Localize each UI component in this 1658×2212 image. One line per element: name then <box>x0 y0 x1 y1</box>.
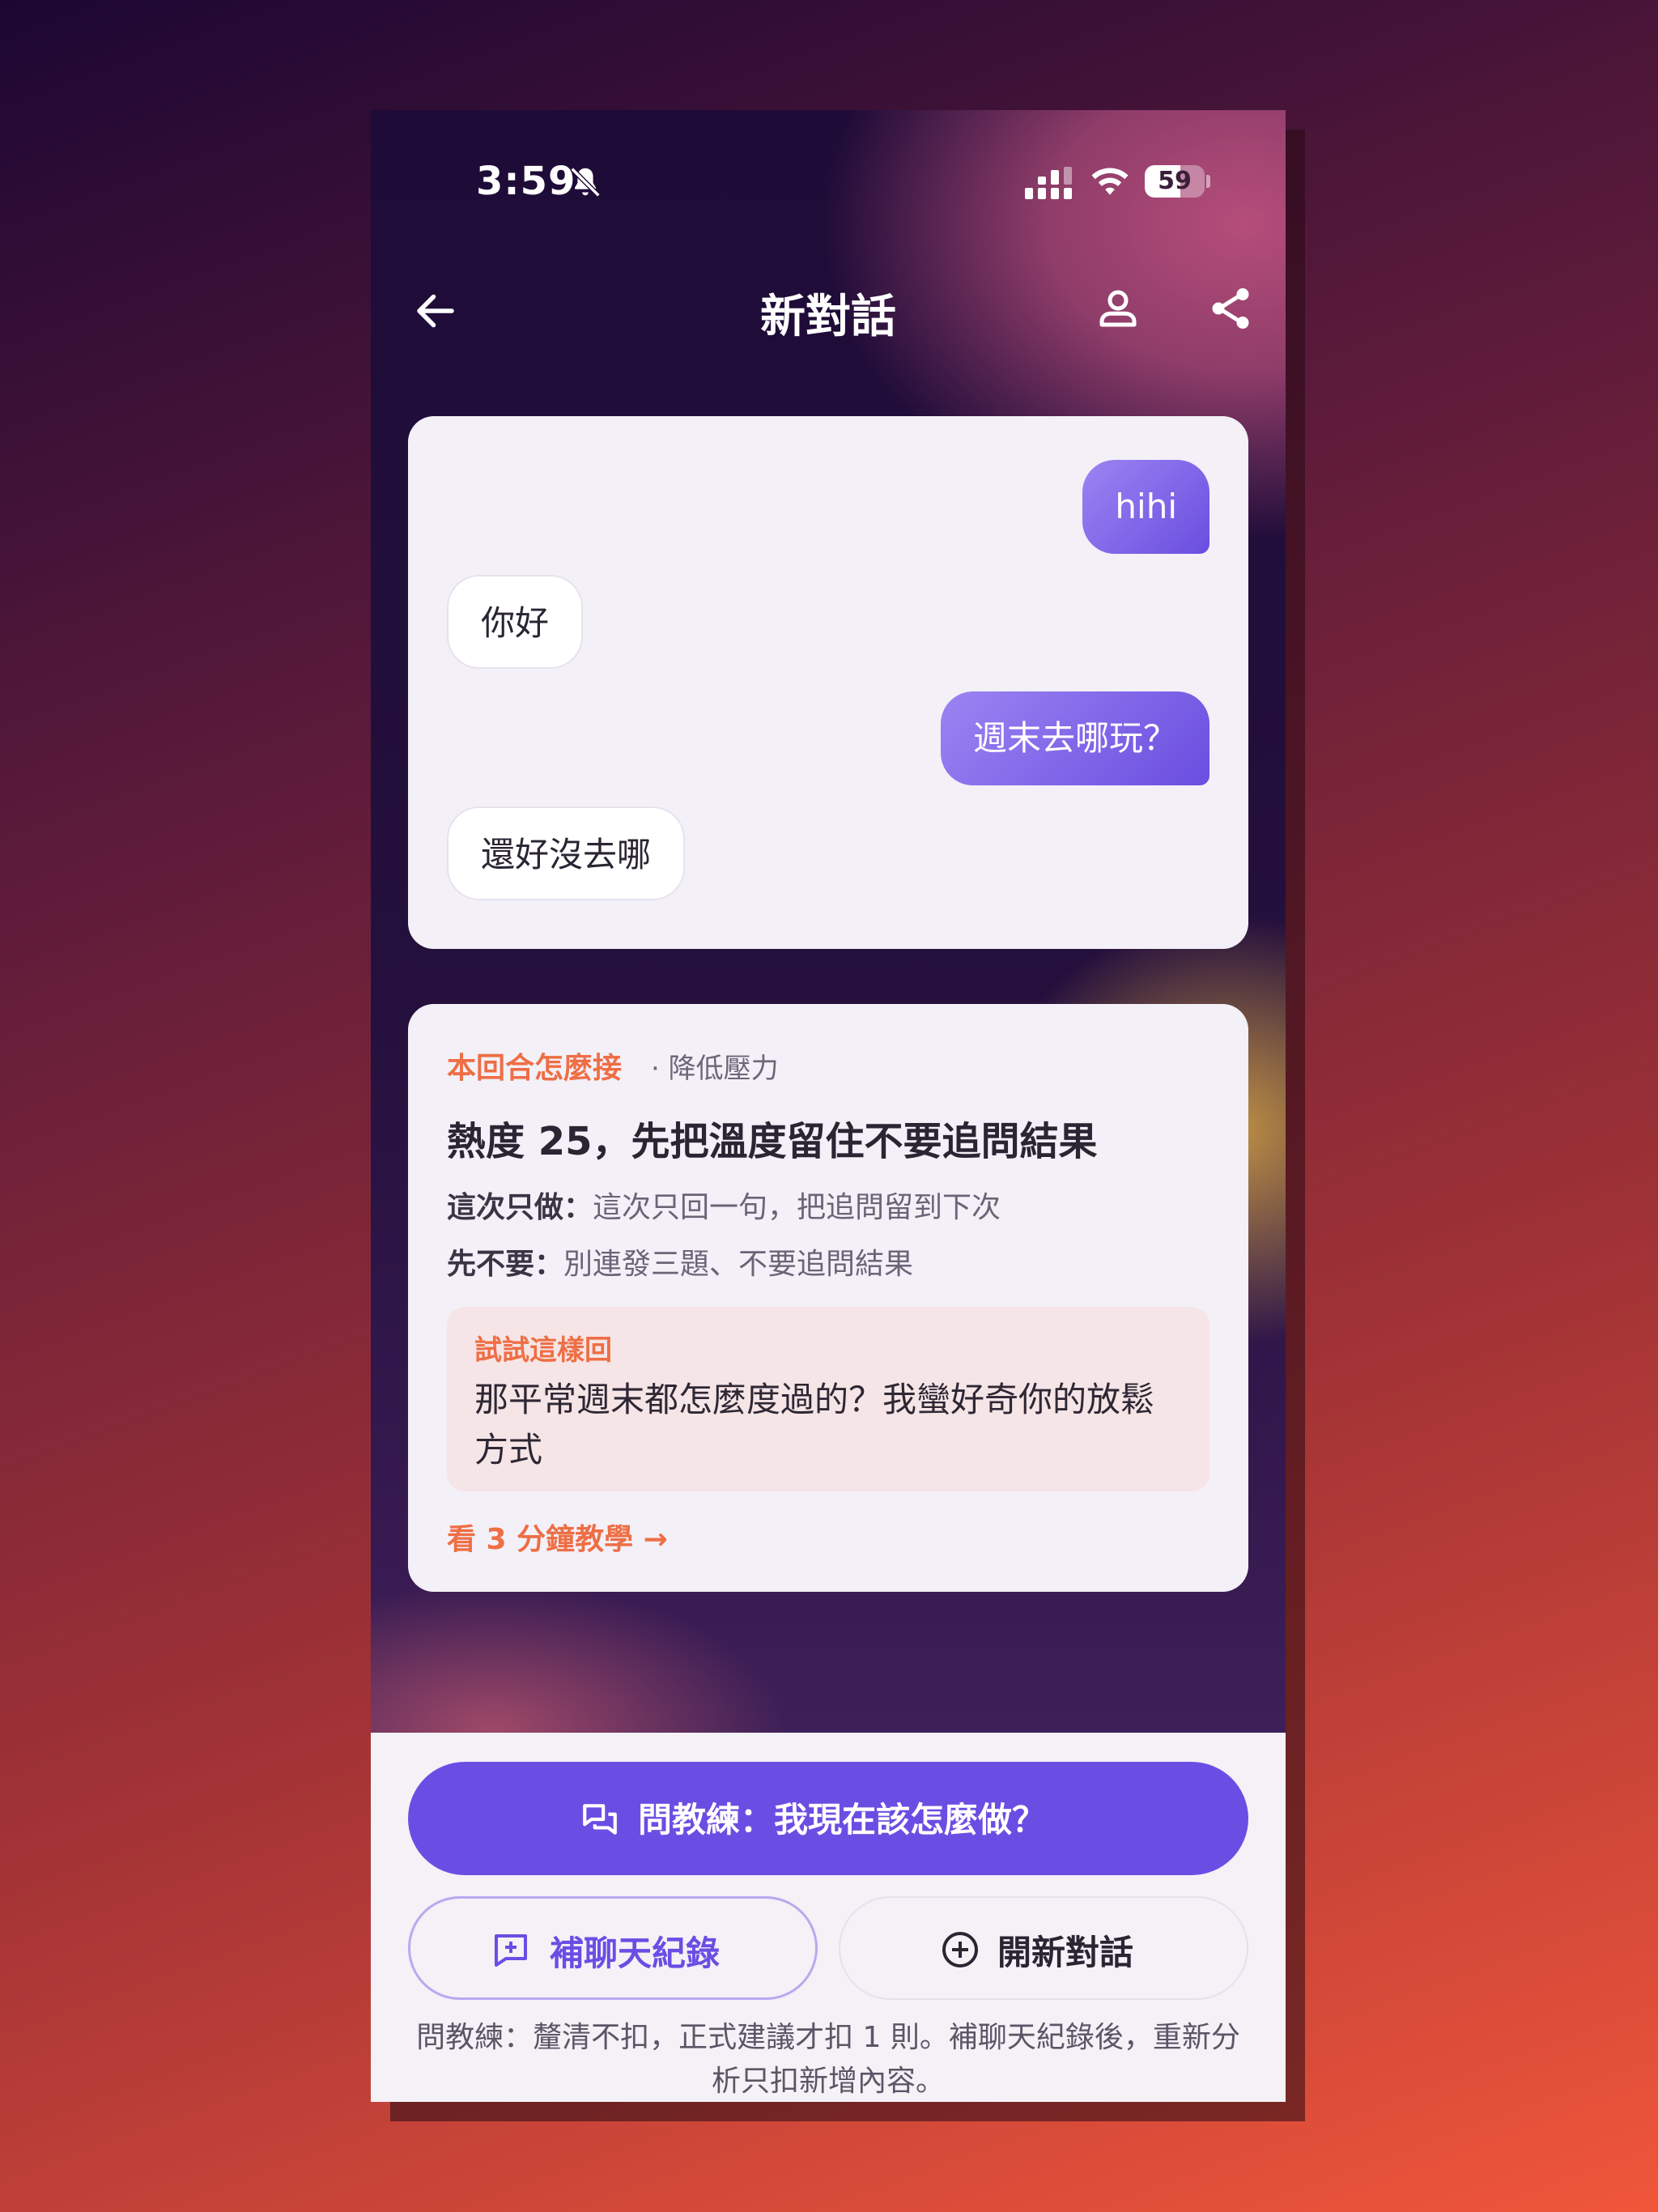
cellular-signal-icon <box>1025 167 1072 199</box>
message-bubble-sent: 週末去哪玩？ <box>940 691 1209 785</box>
chat-transcript-card: hihi 你好 週末去哪玩？ 還好沒去哪 <box>408 416 1248 949</box>
chat-bubbles-icon <box>583 1804 617 1835</box>
advice-dont-text: 別連發三題、不要追問結果 <box>563 1248 914 1281</box>
advice-headline: 熱度 25，先把溫度留住不要追問結果 <box>447 1119 1098 1164</box>
status-time: 3:59 <box>476 159 576 204</box>
advice-dont-row: 先不要：別連發三題、不要追問結果 <box>447 1240 913 1283</box>
usage-note: 問教練：釐清不扣，正式建議才扣 1 則。補聊天紀錄後，重新分析只扣新增內容。 <box>416 2021 1240 2098</box>
battery-level: 59 <box>1158 167 1192 195</box>
advice-card: 本回合怎麼接 · 降低壓力 熱度 25，先把溫度留住不要追問結果 這次只做：這次… <box>408 1004 1248 1592</box>
share-icon[interactable] <box>1206 284 1255 333</box>
advice-do-text: 這次只回一句，把追問留到下次 <box>593 1191 1001 1224</box>
ask-coach-label: 問教練：我現在該怎麼做？ <box>638 1800 1047 1840</box>
message-bubble-received: 你好 <box>447 575 584 669</box>
add-message-icon <box>495 1934 527 1967</box>
wifi-icon <box>1091 168 1129 195</box>
add-chat-log-button[interactable]: 補聊天紀錄 <box>408 1896 818 2000</box>
suggested-reply-label: 試試這樣回 <box>474 1334 612 1367</box>
person-icon[interactable] <box>1094 284 1142 333</box>
battery-indicator: 59 <box>1145 165 1205 198</box>
page-title: 新對話 <box>760 291 896 343</box>
tutorial-link[interactable]: 看 3 分鐘教學 → <box>447 1516 668 1558</box>
ask-coach-button[interactable]: 問教練：我現在該怎麼做？ <box>408 1762 1248 1875</box>
battery-tip <box>1206 175 1210 188</box>
new-chat-label: 開新對話 <box>997 1933 1134 1972</box>
advice-do-label: 這次只做： <box>447 1191 593 1224</box>
plus-circle-icon <box>942 1932 978 1967</box>
bell-off-icon <box>570 167 601 198</box>
suggested-reply-box[interactable]: 試試這樣回 那平常週末都怎麼度過的？我蠻好奇你的放鬆方式 <box>447 1307 1209 1491</box>
new-chat-button[interactable]: 開新對話 <box>839 1896 1248 2000</box>
add-chat-log-label: 補聊天紀錄 <box>550 1933 721 1973</box>
bottom-action-panel: 問教練：我現在該怎麼做？ 補聊天紀錄 開新對話 問教練：釐清不扣，正式建議才扣 … <box>371 1733 1286 2102</box>
advice-tag: 本回合怎麼接 <box>447 1052 623 1085</box>
advice-dont-label: 先不要： <box>447 1248 564 1281</box>
advice-do-row: 這次只做：這次只回一句，把追問留到下次 <box>447 1184 1001 1226</box>
advice-subtitle: · 降低壓力 <box>651 1053 779 1085</box>
message-bubble-sent: hihi <box>1082 460 1209 554</box>
suggested-reply-text: 那平常週末都怎麼度過的？我蠻好奇你的放鬆方式 <box>474 1380 1155 1470</box>
message-bubble-received: 還好沒去哪 <box>447 806 686 900</box>
phone-screen: 3:59 59 新對話 hihi 你好 週末去哪玩？ 還好沒去哪 本回合怎麼接 … <box>371 110 1286 2102</box>
